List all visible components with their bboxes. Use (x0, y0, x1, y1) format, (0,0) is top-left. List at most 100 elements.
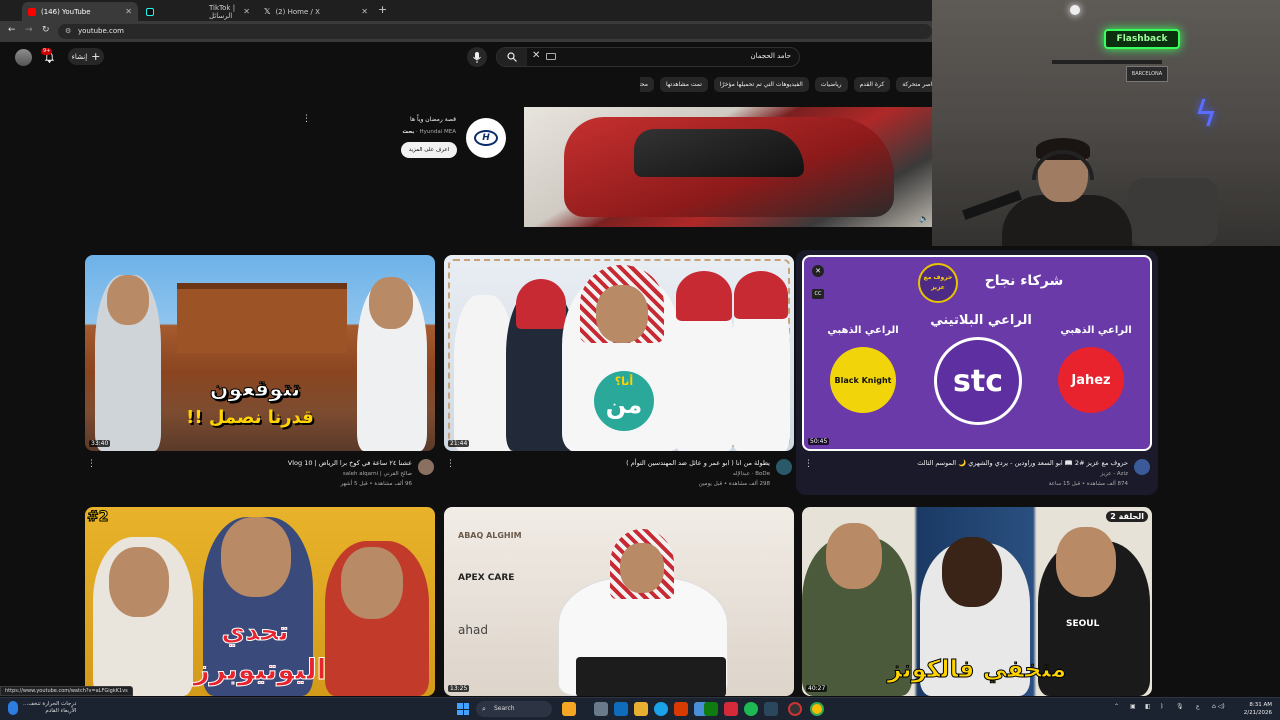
video-meta: 874 ألف مشاهدة • قبل 15 ساعة (1048, 481, 1128, 487)
tab-youtube[interactable]: (146) YouTube ✕ (22, 2, 138, 21)
video-meta: 298 ألف مشاهدة • قبل يومين (698, 481, 770, 487)
taskbar-clock[interactable]: 8:31 AM 2/21/2026 (1236, 701, 1272, 717)
clear-search-icon[interactable]: ✕ (532, 50, 540, 61)
video-title[interactable]: حروف مع عزيز #2 📖 ابو السعد وراودين - ير… (828, 459, 1128, 467)
person-left-face (107, 275, 149, 325)
person-center-face (596, 285, 648, 343)
tray-app-icon[interactable]: ▣ (1130, 703, 1136, 710)
advertiser-logo[interactable]: H (466, 118, 506, 158)
close-tab-icon[interactable]: ✕ (243, 7, 250, 16)
spotify-icon[interactable] (744, 702, 758, 716)
edge-icon[interactable] (614, 702, 628, 716)
taskbar-search[interactable]: ⌕ Search (476, 701, 552, 717)
chip-recently-uploaded[interactable]: الفيديوهات التي تم تحميلها مؤخرًا (713, 77, 809, 92)
channel-name[interactable]: Aziz - عزيز (828, 471, 1128, 477)
ceiling-lamp (1070, 5, 1080, 15)
url-field[interactable]: ⚙ youtube.com (58, 24, 932, 39)
sponsor-left-label: الراعي الذهبي (827, 325, 899, 336)
reload-icon[interactable]: ↻ (42, 25, 50, 35)
site-info-icon[interactable]: ⚙ (65, 24, 71, 39)
keyboard-icon[interactable] (546, 53, 556, 60)
badge-text: من (605, 391, 643, 419)
chip-watched[interactable]: تمت مشاهدتها (659, 77, 708, 92)
video-thumbnail[interactable]: #2 تحدي اليوتيوبرز (85, 507, 435, 696)
office-icon[interactable] (674, 702, 688, 716)
chip-sports[interactable]: رياضيات (814, 77, 848, 92)
weather-widget[interactable]: درجات الحرارة تنخف... الأربعاء القادم (8, 701, 76, 715)
tray-overflow-icon[interactable]: ⌃ (1114, 703, 1119, 710)
ad-learn-more-button[interactable]: اعرف على المزيد (401, 142, 457, 158)
tab-label: (146) YouTube (41, 7, 91, 16)
chip-football[interactable]: كرة القدم (853, 77, 891, 92)
task-view-icon[interactable] (594, 702, 608, 716)
start-button-icon[interactable] (457, 703, 469, 715)
video-thumbnail[interactable]: أنا؟ من 21:44 (444, 255, 794, 451)
video-thumbnail[interactable]: ✕ CC حروف مع عزيز شركاء نجاح الراعي الذه… (802, 255, 1152, 451)
account-avatar[interactable] (15, 49, 32, 66)
person-center-face (942, 537, 1002, 607)
mute-icon[interactable]: ✕ (812, 265, 824, 277)
video-title[interactable]: عشنا ٢٤ ساعة في كوخ برا الرياض | Vlog 10 (112, 459, 412, 467)
taskbar-app-widget-icon[interactable] (562, 702, 576, 716)
forward-icon[interactable]: → (25, 25, 33, 35)
search-input[interactable]: ✕ حامد الحجمان (496, 47, 800, 67)
tiktok-favicon-icon (146, 7, 154, 16)
taskbar-search-label: Search (494, 705, 515, 712)
captions-icon[interactable]: CC (812, 289, 824, 299)
microphone-tray-icon[interactable]: 🎙 (1176, 703, 1184, 710)
search-button[interactable] (497, 48, 527, 66)
back-icon[interactable]: ← (8, 25, 16, 35)
mute-icon[interactable]: 🔈 (919, 214, 929, 223)
chip-animation[interactable]: عناصر متحركة (896, 77, 932, 92)
video-more-options-icon[interactable]: ⋮ (87, 459, 96, 469)
ad-more-options-icon[interactable]: ⋮ (302, 114, 311, 124)
new-tab-button[interactable]: + (378, 3, 387, 16)
steam-icon[interactable] (764, 702, 778, 716)
tray-app-2-icon[interactable]: ◧ (1145, 703, 1151, 710)
video-more-options-icon[interactable]: ⋮ (446, 459, 455, 469)
video-more-options-icon[interactable]: ⋮ (804, 459, 813, 469)
video-thumbnail[interactable]: الحلقة 2 SEOUL متخفي فالكونز 40:27 (802, 507, 1152, 696)
language-indicator[interactable]: ع (1196, 703, 1200, 710)
tab-x[interactable]: 𝕏 (2) Home / X ✕ (258, 2, 374, 21)
youtube-favicon-icon (28, 7, 36, 16)
person-1 (454, 295, 514, 451)
video-title[interactable]: يطولة من انا ( ابو عمر و عائل ضد المهندس… (470, 459, 770, 467)
channel-name[interactable]: BoDe · عبدالإله (470, 471, 770, 477)
barcelona-poster: BARCELONA (1126, 66, 1168, 82)
person-2-ghutra (516, 279, 566, 329)
voice-search-button[interactable] (467, 47, 487, 67)
episode-badge: الحلقة 2 (1106, 511, 1148, 522)
close-tab-icon[interactable]: ✕ (361, 7, 368, 16)
bluetooth-icon[interactable]: ᛒ (1160, 703, 1164, 710)
file-explorer-icon[interactable] (634, 702, 648, 716)
video-thumbnail[interactable]: تتوقعون قدرنا نصمل !! 33:40 (85, 255, 435, 451)
video-thumbnail[interactable]: ABAQ ALGHIM APEX CARE ahad 13:25 (444, 507, 794, 696)
hyundai-logo-icon: H (474, 130, 498, 146)
create-button[interactable]: إنشاء + (68, 48, 104, 65)
video-duration: 21:44 (448, 440, 470, 447)
badge-question: أنا؟ (614, 375, 634, 388)
show-logo: حروف مع عزيز (918, 263, 958, 303)
edge-browser-icon[interactable] (654, 702, 668, 716)
laptop (576, 657, 726, 696)
search-query-text: حامد الحجمان (750, 52, 791, 60)
chip-new-to-you[interactable]: محتوى جديد لك (640, 77, 654, 92)
channel-avatar[interactable] (418, 459, 434, 475)
channel-avatar[interactable] (776, 459, 792, 475)
channel-avatar[interactable] (1134, 459, 1150, 475)
excel-icon[interactable] (704, 702, 718, 716)
channel-name[interactable]: صالح القرني | saleh alqarni (112, 471, 412, 477)
ad-title[interactable]: قصة رمضان وياً ها (376, 116, 456, 123)
tab-tiktok[interactable]: TikTok | الرسائل ✕ (140, 2, 256, 21)
obs-icon[interactable] (788, 702, 802, 716)
chrome-icon[interactable] (810, 702, 824, 716)
close-tab-icon[interactable]: ✕ (125, 7, 132, 16)
brand-apex-care: APEX CARE (458, 573, 515, 583)
network-volume-icon[interactable]: ⌂ ◁) (1212, 703, 1225, 710)
thumbnail-title-line1: تتوقعون (209, 377, 301, 403)
person-right-face (341, 547, 403, 619)
chip-list: عناصر متحركة كرة القدم رياضيات الفيديوها… (640, 77, 932, 92)
app-red-icon[interactable] (724, 702, 738, 716)
ad-video-thumbnail[interactable]: 🔈 (524, 107, 932, 227)
